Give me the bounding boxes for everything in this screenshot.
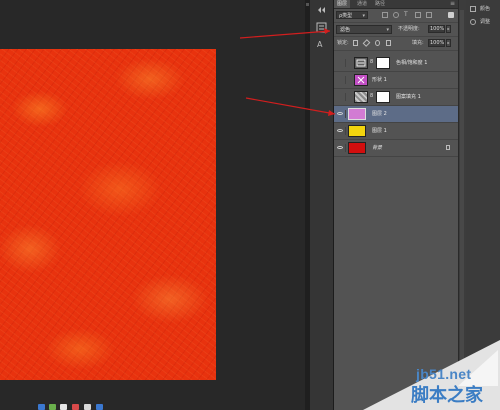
- watermark-site: jb51.net: [416, 366, 472, 382]
- arrow-to-blend-mode: [239, 30, 331, 39]
- taskbar-app-icon[interactable]: [38, 404, 45, 410]
- taskbar-app-icon[interactable]: [60, 404, 67, 410]
- annotation-arrows: [239, 28, 336, 116]
- taskbar-app-icon[interactable]: [49, 404, 56, 410]
- arrow-head: [324, 28, 330, 34]
- taskbar-app-icon[interactable]: [84, 404, 91, 410]
- taskbar-app-icon[interactable]: [72, 404, 79, 410]
- arrow-to-layer-2: [245, 97, 336, 115]
- watermark-brand: 脚本之家: [411, 385, 483, 406]
- arrow-head: [328, 110, 335, 116]
- taskbar-app-icon[interactable]: [96, 404, 103, 410]
